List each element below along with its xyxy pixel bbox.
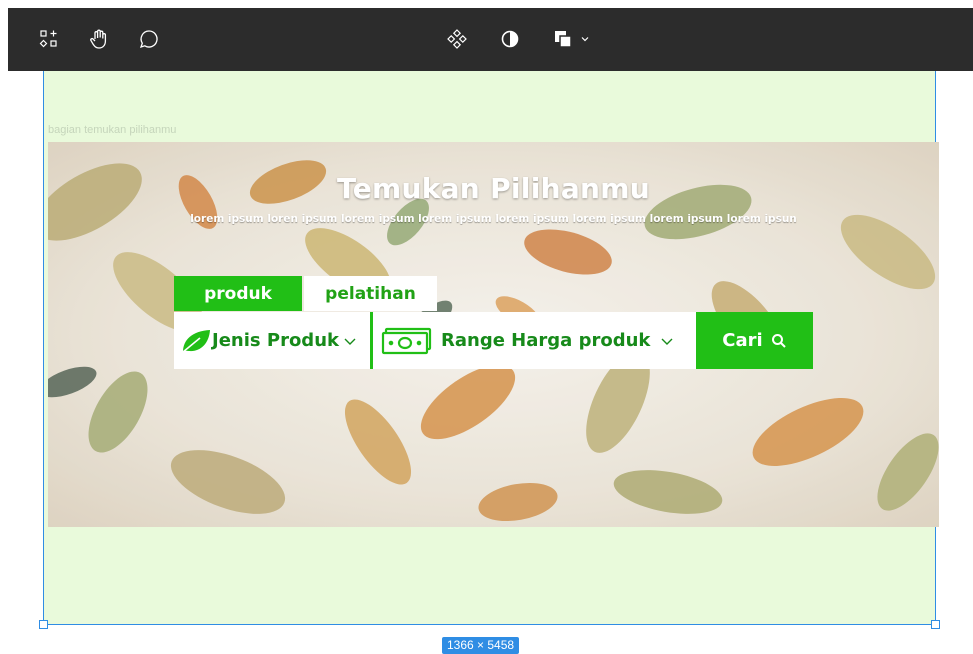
design-app: 1366 × 5458 bagian temukan pilihanmu Tem… (0, 0, 973, 654)
contrast-icon[interactable] (495, 24, 525, 54)
money-icon (381, 326, 433, 356)
jenis-produk-label: Jenis Produk (212, 330, 339, 351)
tab-pelatihan[interactable]: pelatihan (304, 276, 437, 311)
jenis-produk-select[interactable]: Jenis Produk (174, 312, 370, 369)
shapes-icon[interactable] (34, 24, 64, 54)
resize-handle-bottom-left[interactable] (39, 620, 48, 629)
chevron-down-icon[interactable] (575, 24, 595, 54)
hand-icon[interactable] (84, 24, 114, 54)
selection-edge-bottom (43, 624, 936, 625)
comment-icon[interactable] (134, 24, 164, 54)
tab-produk[interactable]: produk (174, 276, 302, 311)
range-harga-label: Range Harga produk (441, 330, 651, 351)
layers-icon[interactable] (548, 24, 578, 54)
chevron-down-icon (660, 336, 674, 346)
selection-edge-left (43, 71, 44, 624)
search-icon (771, 333, 787, 349)
chevron-down-icon (343, 336, 357, 346)
resize-handle-bottom-right[interactable] (931, 620, 940, 629)
hero-subtitle: lorem ipsum loren ipsum lorem ipsum lore… (190, 213, 797, 225)
cari-button-label: Cari (722, 330, 763, 351)
leaf-icon (180, 328, 212, 354)
hero-title: Temukan Pilihanmu (337, 172, 650, 205)
cari-button[interactable]: Cari (696, 312, 813, 369)
component-icon[interactable] (442, 24, 472, 54)
top-toolbar (8, 8, 973, 71)
size-badge: 1366 × 5458 (442, 637, 520, 654)
frame-label[interactable]: bagian temukan pilihanmu (48, 124, 176, 136)
range-harga-select[interactable]: Range Harga produk (373, 312, 696, 369)
